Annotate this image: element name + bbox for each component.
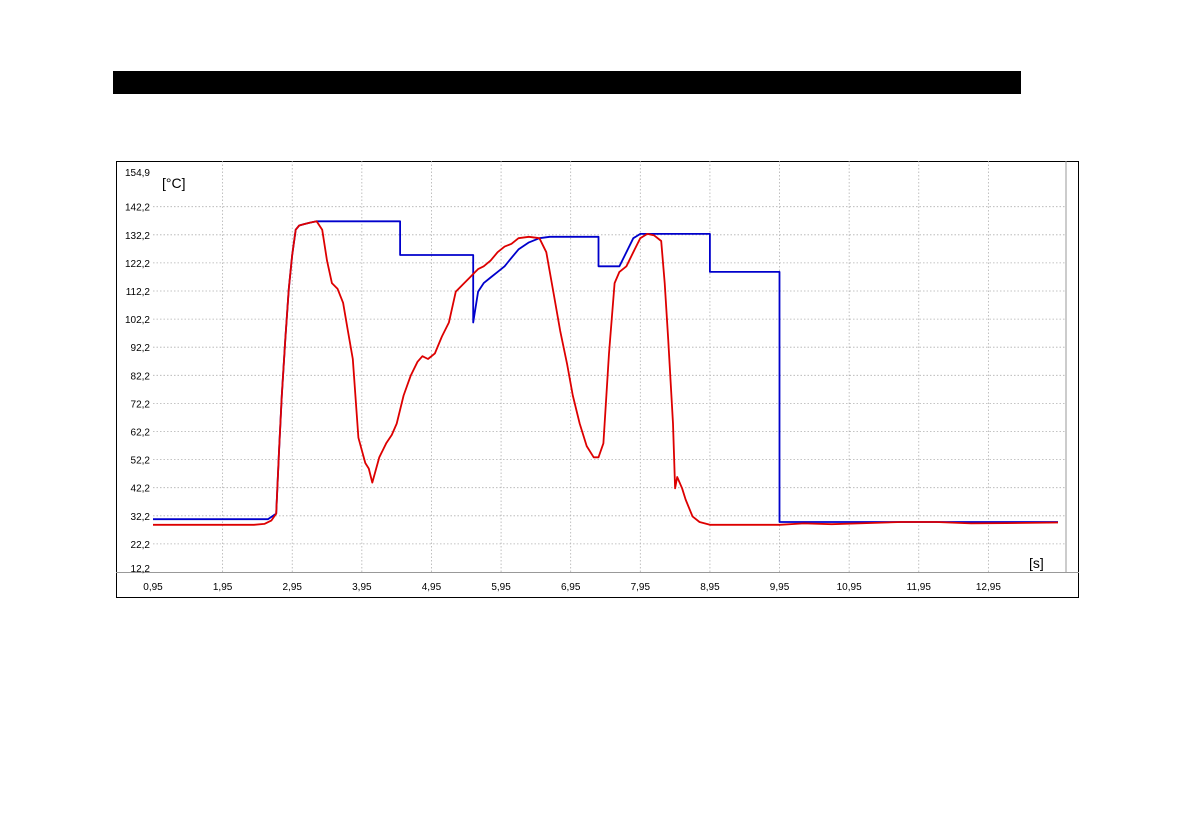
y-tick-label: 62,2 [131,427,151,438]
x-tick-label: 12,95 [976,582,1001,593]
x-tick-label: 3,95 [352,582,372,593]
x-tick-label: 5,95 [491,582,511,593]
x-axis-unit-label: [s] [1029,555,1044,571]
y-tick-label: 142,2 [125,203,150,214]
label-layer: 154,9 142,2 132,2 122,2 112,2 102,2 92,2 82,2 72… [125,168,1001,593]
x-tick-label: 0,95 [143,582,163,593]
y-tick-label: 22,2 [131,540,151,551]
x-tick-label: 2,95 [282,582,302,593]
x-tick-label: 4,95 [422,582,442,593]
y-tick-label: 112,2 [126,287,151,298]
title-bar [113,71,1021,94]
y-tick-label: 42,2 [131,484,151,495]
x-tick-label: 6,95 [561,582,581,593]
grid-layer [116,161,1079,573]
temperature-chart: 154,9 142,2 132,2 122,2 112,2 102,2 92,2 82,2 72… [116,161,1079,593]
y-tick-label: 32,2 [131,512,151,523]
x-tick-label: 8,95 [700,582,720,593]
y-tick-label: 82,2 [131,371,151,382]
y-tick-label: 72,2 [131,399,151,410]
y-tick-label: 12,2 [131,564,151,575]
x-tick-label: 10,95 [837,582,862,593]
y-tick-label: 132,2 [125,231,150,242]
y-tick-label: 52,2 [131,456,151,467]
series-layer [153,220,1059,526]
y-axis-unit-label: [°C] [162,175,186,191]
y-tick-label: 154,9 [125,168,150,179]
series-line-blue [153,220,1058,523]
y-tick-label: 102,2 [125,315,150,326]
x-tick-label: 11,95 [907,582,932,593]
x-tick-label: 7,95 [631,582,651,593]
x-tick-label: 9,95 [770,582,790,593]
y-tick-label: 122,2 [125,259,150,270]
x-tick-label: 1,95 [213,582,233,593]
y-tick-label: 92,2 [131,343,151,354]
